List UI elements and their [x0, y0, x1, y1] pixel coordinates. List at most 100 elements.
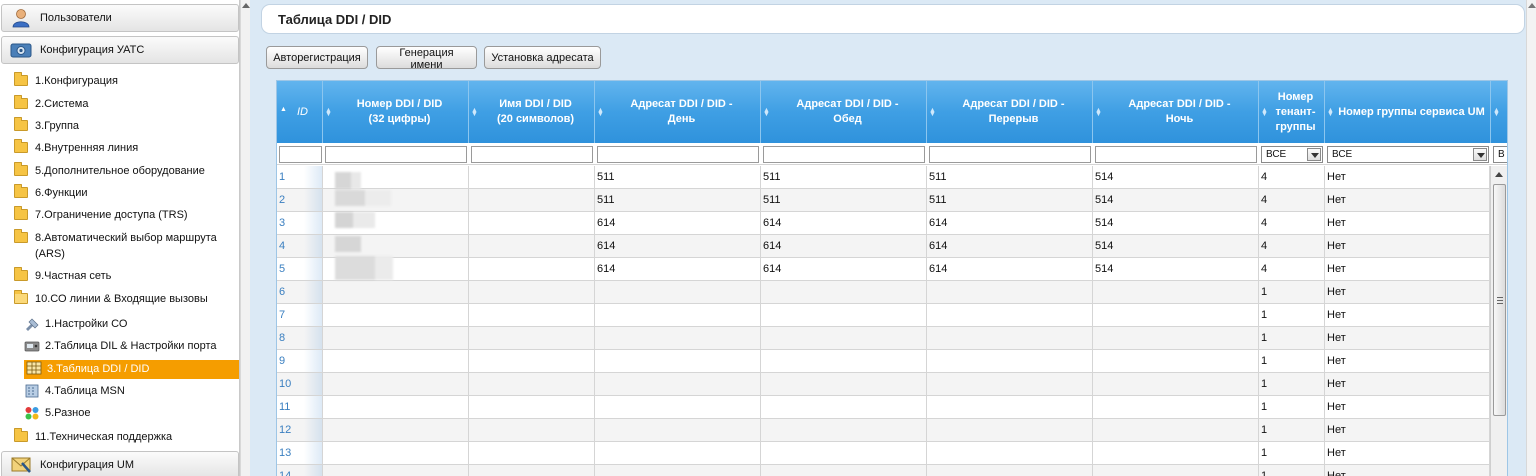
tree-item-ars[interactable]: 8.Автоматический выбор маршрута (ARS): [0, 229, 225, 262]
tree-item-configuration[interactable]: 1.Конфигурация: [0, 72, 239, 89]
column-header-ddi-number[interactable]: ▲ ▼ Номер DDI / DID (32 цифры): [323, 81, 469, 143]
cell-dest-night[interactable]: 514: [1093, 212, 1259, 234]
cell-dest-day[interactable]: 614: [595, 258, 761, 280]
table-row[interactable]: 9 1 Нет: [277, 350, 1490, 373]
cell-dest-day[interactable]: 511: [595, 189, 761, 211]
cell-dest-lunch[interactable]: [761, 327, 927, 349]
cell-ddi-name[interactable]: [469, 327, 595, 349]
cell-dest-night[interactable]: [1093, 327, 1259, 349]
filter-dest-break-input[interactable]: [929, 146, 1091, 163]
sidebar-scrollbar[interactable]: [240, 0, 250, 476]
cell-tenant-group[interactable]: 4: [1259, 235, 1325, 257]
filter-dest-lunch-input[interactable]: [763, 146, 925, 163]
table-row[interactable]: 12 1 Нет: [277, 419, 1490, 442]
cell-dest-day[interactable]: [595, 442, 761, 464]
cell-dest-break[interactable]: [927, 419, 1093, 441]
accordion-pbx-config[interactable]: Конфигурация УАТС: [1, 36, 239, 64]
cell-dest-lunch[interactable]: [761, 350, 927, 372]
cell-dest-break[interactable]: [927, 442, 1093, 464]
tree-item-optional-equipment[interactable]: 5.Дополнительное оборудование: [0, 162, 239, 179]
cell-um-group[interactable]: Нет: [1325, 465, 1490, 476]
column-header-dest-lunch[interactable]: ▲ ▼ Адресат DDI / DID - Обед: [761, 81, 927, 143]
scrollbar-thumb[interactable]: [1493, 184, 1506, 416]
cell-dest-night[interactable]: [1093, 442, 1259, 464]
cell-tenant-group[interactable]: 4: [1259, 166, 1325, 188]
filter-extra-select[interactable]: В: [1493, 146, 1507, 163]
cell-dest-lunch[interactable]: [761, 373, 927, 395]
cell-um-group[interactable]: Нет: [1325, 212, 1490, 234]
cell-dest-day[interactable]: [595, 396, 761, 418]
scroll-up-arrow-icon[interactable]: [1495, 172, 1503, 177]
cell-tenant-group[interactable]: 1: [1259, 442, 1325, 464]
cell-ddi-number[interactable]: [323, 465, 469, 476]
filter-id-input[interactable]: [279, 146, 322, 163]
cell-ddi-name[interactable]: [469, 281, 595, 303]
column-header-more[interactable]: ▲ ▼: [1491, 81, 1507, 143]
cell-dest-lunch[interactable]: 614: [761, 258, 927, 280]
cell-dest-break[interactable]: 511: [927, 166, 1093, 188]
name-generation-button[interactable]: Генерация имени: [376, 46, 477, 71]
cell-dest-day[interactable]: 614: [595, 212, 761, 234]
cell-dest-lunch[interactable]: [761, 396, 927, 418]
tree-item-private-network[interactable]: 9.Частная сеть: [0, 267, 239, 284]
tree-item-co-lines[interactable]: 10.СО линии & Входящие вызовы: [0, 290, 239, 307]
cell-ddi-name[interactable]: [469, 419, 595, 441]
tree-item-features[interactable]: 6.Функции: [0, 184, 239, 201]
cell-ddi-name[interactable]: [469, 166, 595, 188]
cell-dest-night[interactable]: [1093, 465, 1259, 476]
cell-dest-night[interactable]: 514: [1093, 166, 1259, 188]
tree-item-system[interactable]: 2.Система: [0, 95, 239, 112]
cell-ddi-number[interactable]: [323, 281, 469, 303]
cell-ddi-name[interactable]: [469, 304, 595, 326]
cell-dest-break[interactable]: 614: [927, 235, 1093, 257]
cell-um-group[interactable]: Нет: [1325, 304, 1490, 326]
cell-dest-break[interactable]: 614: [927, 212, 1093, 234]
cell-ddi-number[interactable]: [323, 419, 469, 441]
cell-tenant-group[interactable]: 1: [1259, 281, 1325, 303]
cell-ddi-number[interactable]: [323, 350, 469, 372]
cell-dest-day[interactable]: [595, 327, 761, 349]
dropdown-arrow-icon[interactable]: [1307, 148, 1321, 161]
cell-dest-night[interactable]: [1093, 281, 1259, 303]
cell-dest-break[interactable]: 511: [927, 189, 1093, 211]
tree-subitem-misc[interactable]: 5.Разное: [0, 405, 239, 421]
cell-dest-night[interactable]: [1093, 304, 1259, 326]
cell-ddi-name[interactable]: [469, 442, 595, 464]
cell-dest-lunch[interactable]: [761, 281, 927, 303]
cell-dest-night[interactable]: [1093, 373, 1259, 395]
cell-dest-night[interactable]: 514: [1093, 258, 1259, 280]
table-row[interactable]: 11 1 Нет: [277, 396, 1490, 419]
cell-ddi-number[interactable]: [323, 373, 469, 395]
filter-um-select[interactable]: ВСЕ: [1327, 146, 1489, 163]
cell-um-group[interactable]: Нет: [1325, 189, 1490, 211]
cell-ddi-number[interactable]: [323, 442, 469, 464]
grid-vertical-scrollbar[interactable]: [1490, 166, 1507, 476]
cell-dest-night[interactable]: [1093, 350, 1259, 372]
cell-ddi-name[interactable]: [469, 189, 595, 211]
cell-tenant-group[interactable]: 1: [1259, 396, 1325, 418]
cell-dest-break[interactable]: [927, 373, 1093, 395]
cell-tenant-group[interactable]: 4: [1259, 212, 1325, 234]
table-row[interactable]: 7 1 Нет: [277, 304, 1490, 327]
table-row[interactable]: 6 1 Нет: [277, 281, 1490, 304]
cell-tenant-group[interactable]: 4: [1259, 258, 1325, 280]
scroll-up-arrow-icon[interactable]: [242, 3, 250, 8]
cell-tenant-group[interactable]: 4: [1259, 189, 1325, 211]
cell-dest-break[interactable]: [927, 304, 1093, 326]
table-row[interactable]: 14 1 Нет: [277, 465, 1490, 476]
tree-subitem-dil-table[interactable]: 2.Таблица DIL & Настройки порта: [0, 338, 239, 354]
cell-dest-lunch[interactable]: 614: [761, 235, 927, 257]
column-header-dest-day[interactable]: ▲ ▼ Адресат DDI / DID - День: [595, 81, 761, 143]
cell-tenant-group[interactable]: 1: [1259, 465, 1325, 476]
cell-dest-day[interactable]: 614: [595, 235, 761, 257]
cell-dest-lunch[interactable]: [761, 442, 927, 464]
filter-ddi-name-input[interactable]: [471, 146, 593, 163]
set-destination-button[interactable]: Установка адресата: [484, 46, 601, 69]
cell-ddi-name[interactable]: [469, 212, 595, 234]
column-header-dest-night[interactable]: ▲ ▼ Адресат DDI / DID - Ночь: [1093, 81, 1259, 143]
cell-dest-day[interactable]: [595, 419, 761, 441]
cell-dest-break[interactable]: [927, 281, 1093, 303]
accordion-users[interactable]: Пользователи: [1, 4, 239, 32]
cell-ddi-name[interactable]: [469, 258, 595, 280]
cell-dest-day[interactable]: [595, 304, 761, 326]
